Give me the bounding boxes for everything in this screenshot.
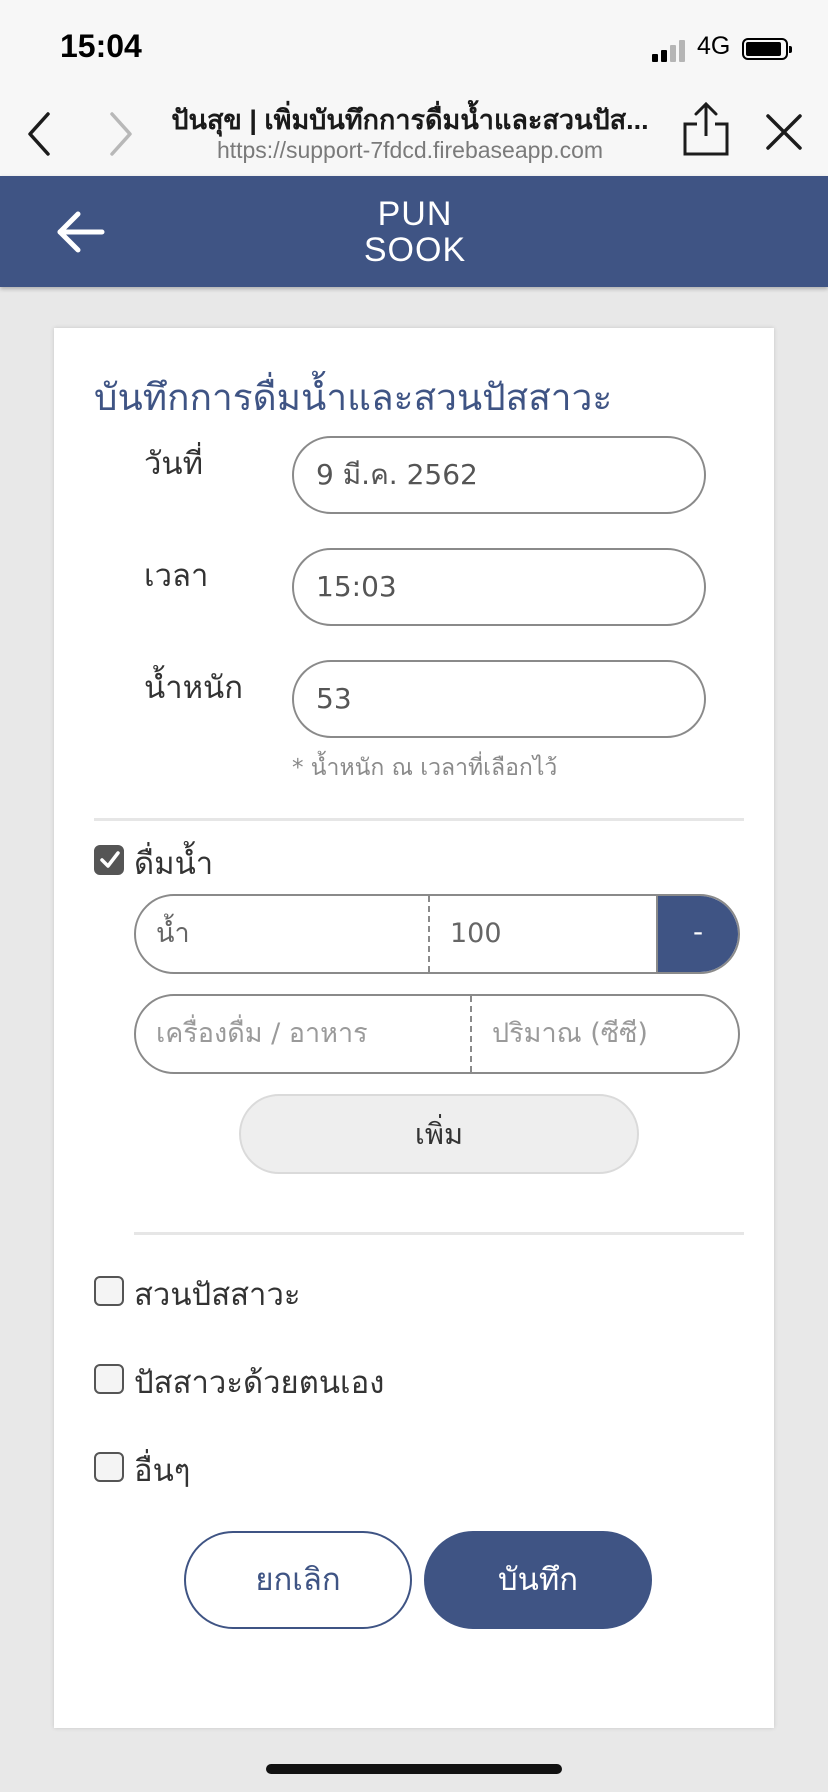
catheter-checkbox[interactable]	[94, 1276, 124, 1306]
browser-back-icon[interactable]	[20, 110, 60, 158]
browser-forward-icon[interactable]	[100, 110, 140, 158]
add-drink-button[interactable]: เพิ่ม	[239, 1094, 639, 1174]
drink-amount-field[interactable]: 100	[430, 896, 660, 972]
self-void-label: ปัสสาวะด้วยตนเอง	[134, 1365, 385, 1401]
time-label: เวลา	[144, 558, 209, 594]
divider	[134, 1232, 744, 1235]
save-button[interactable]: บันทึก	[424, 1531, 652, 1629]
browser-chrome: 15:04 4G ปันสุข | เพิ่มบันทึกการดื่มน้ำแ…	[0, 0, 828, 176]
catheter-label: สวนปัสสาวะ	[134, 1277, 301, 1313]
logo-line-1: PUN	[377, 195, 453, 233]
weight-note: * น้ำหนัก ณ เวลาที่เลือกไว้	[292, 755, 558, 781]
checkmark-icon	[100, 851, 120, 868]
other-checkbox[interactable]	[94, 1452, 124, 1482]
app-header: PUN SOOK	[0, 176, 828, 287]
share-icon[interactable]	[680, 100, 732, 158]
close-icon[interactable]	[762, 110, 806, 154]
cancel-button[interactable]: ยกเลิก	[184, 1531, 412, 1629]
other-label: อื่นๆ	[134, 1453, 191, 1489]
weight-field[interactable]: 53	[292, 660, 706, 738]
browser-url: https://support-7fdcd.firebaseapp.com	[216, 137, 604, 163]
date-field[interactable]: 9 มี.ค. 2562	[292, 436, 706, 514]
battery-icon	[742, 38, 792, 60]
drink-amount-input[interactable]: ปริมาณ (ซีซี)	[472, 996, 738, 1072]
drink-entry-row: น้ำ 100 -	[134, 894, 740, 974]
logo-line-2: SOOK	[363, 231, 467, 269]
divider	[94, 818, 744, 821]
home-indicator	[266, 1764, 562, 1774]
drink-label: ดื่มน้ำ	[134, 846, 214, 882]
browser-page-title: ปันสุข | เพิ่มบันทึกการดื่มน้ำและสวนปัส.…	[171, 105, 649, 135]
self-void-checkbox[interactable]	[94, 1364, 124, 1394]
new-drink-row: เครื่องดื่ม / อาหาร ปริมาณ (ซีซี)	[134, 994, 740, 1074]
signal-icon	[652, 40, 688, 62]
network-type: 4G	[697, 32, 731, 60]
status-time: 15:04	[60, 28, 142, 64]
pun-sook-logo: PUN SOOK	[360, 196, 470, 270]
weight-label: น้ำหนัก	[144, 670, 243, 706]
remove-drink-button[interactable]: -	[656, 896, 738, 972]
back-arrow-icon[interactable]	[54, 210, 106, 254]
drink-item-field[interactable]: น้ำ	[136, 896, 428, 972]
page-title: บันทึกการดื่มน้ำและสวนปัสสาวะ	[94, 376, 613, 419]
drink-item-input[interactable]: เครื่องดื่ม / อาหาร	[136, 996, 470, 1072]
form-card: บันทึกการดื่มน้ำและสวนปัสสาวะ วันที่ 9 ม…	[54, 328, 774, 1728]
time-field[interactable]: 15:03	[292, 548, 706, 626]
drink-checkbox[interactable]	[94, 845, 124, 875]
date-label: วันที่	[144, 446, 204, 482]
